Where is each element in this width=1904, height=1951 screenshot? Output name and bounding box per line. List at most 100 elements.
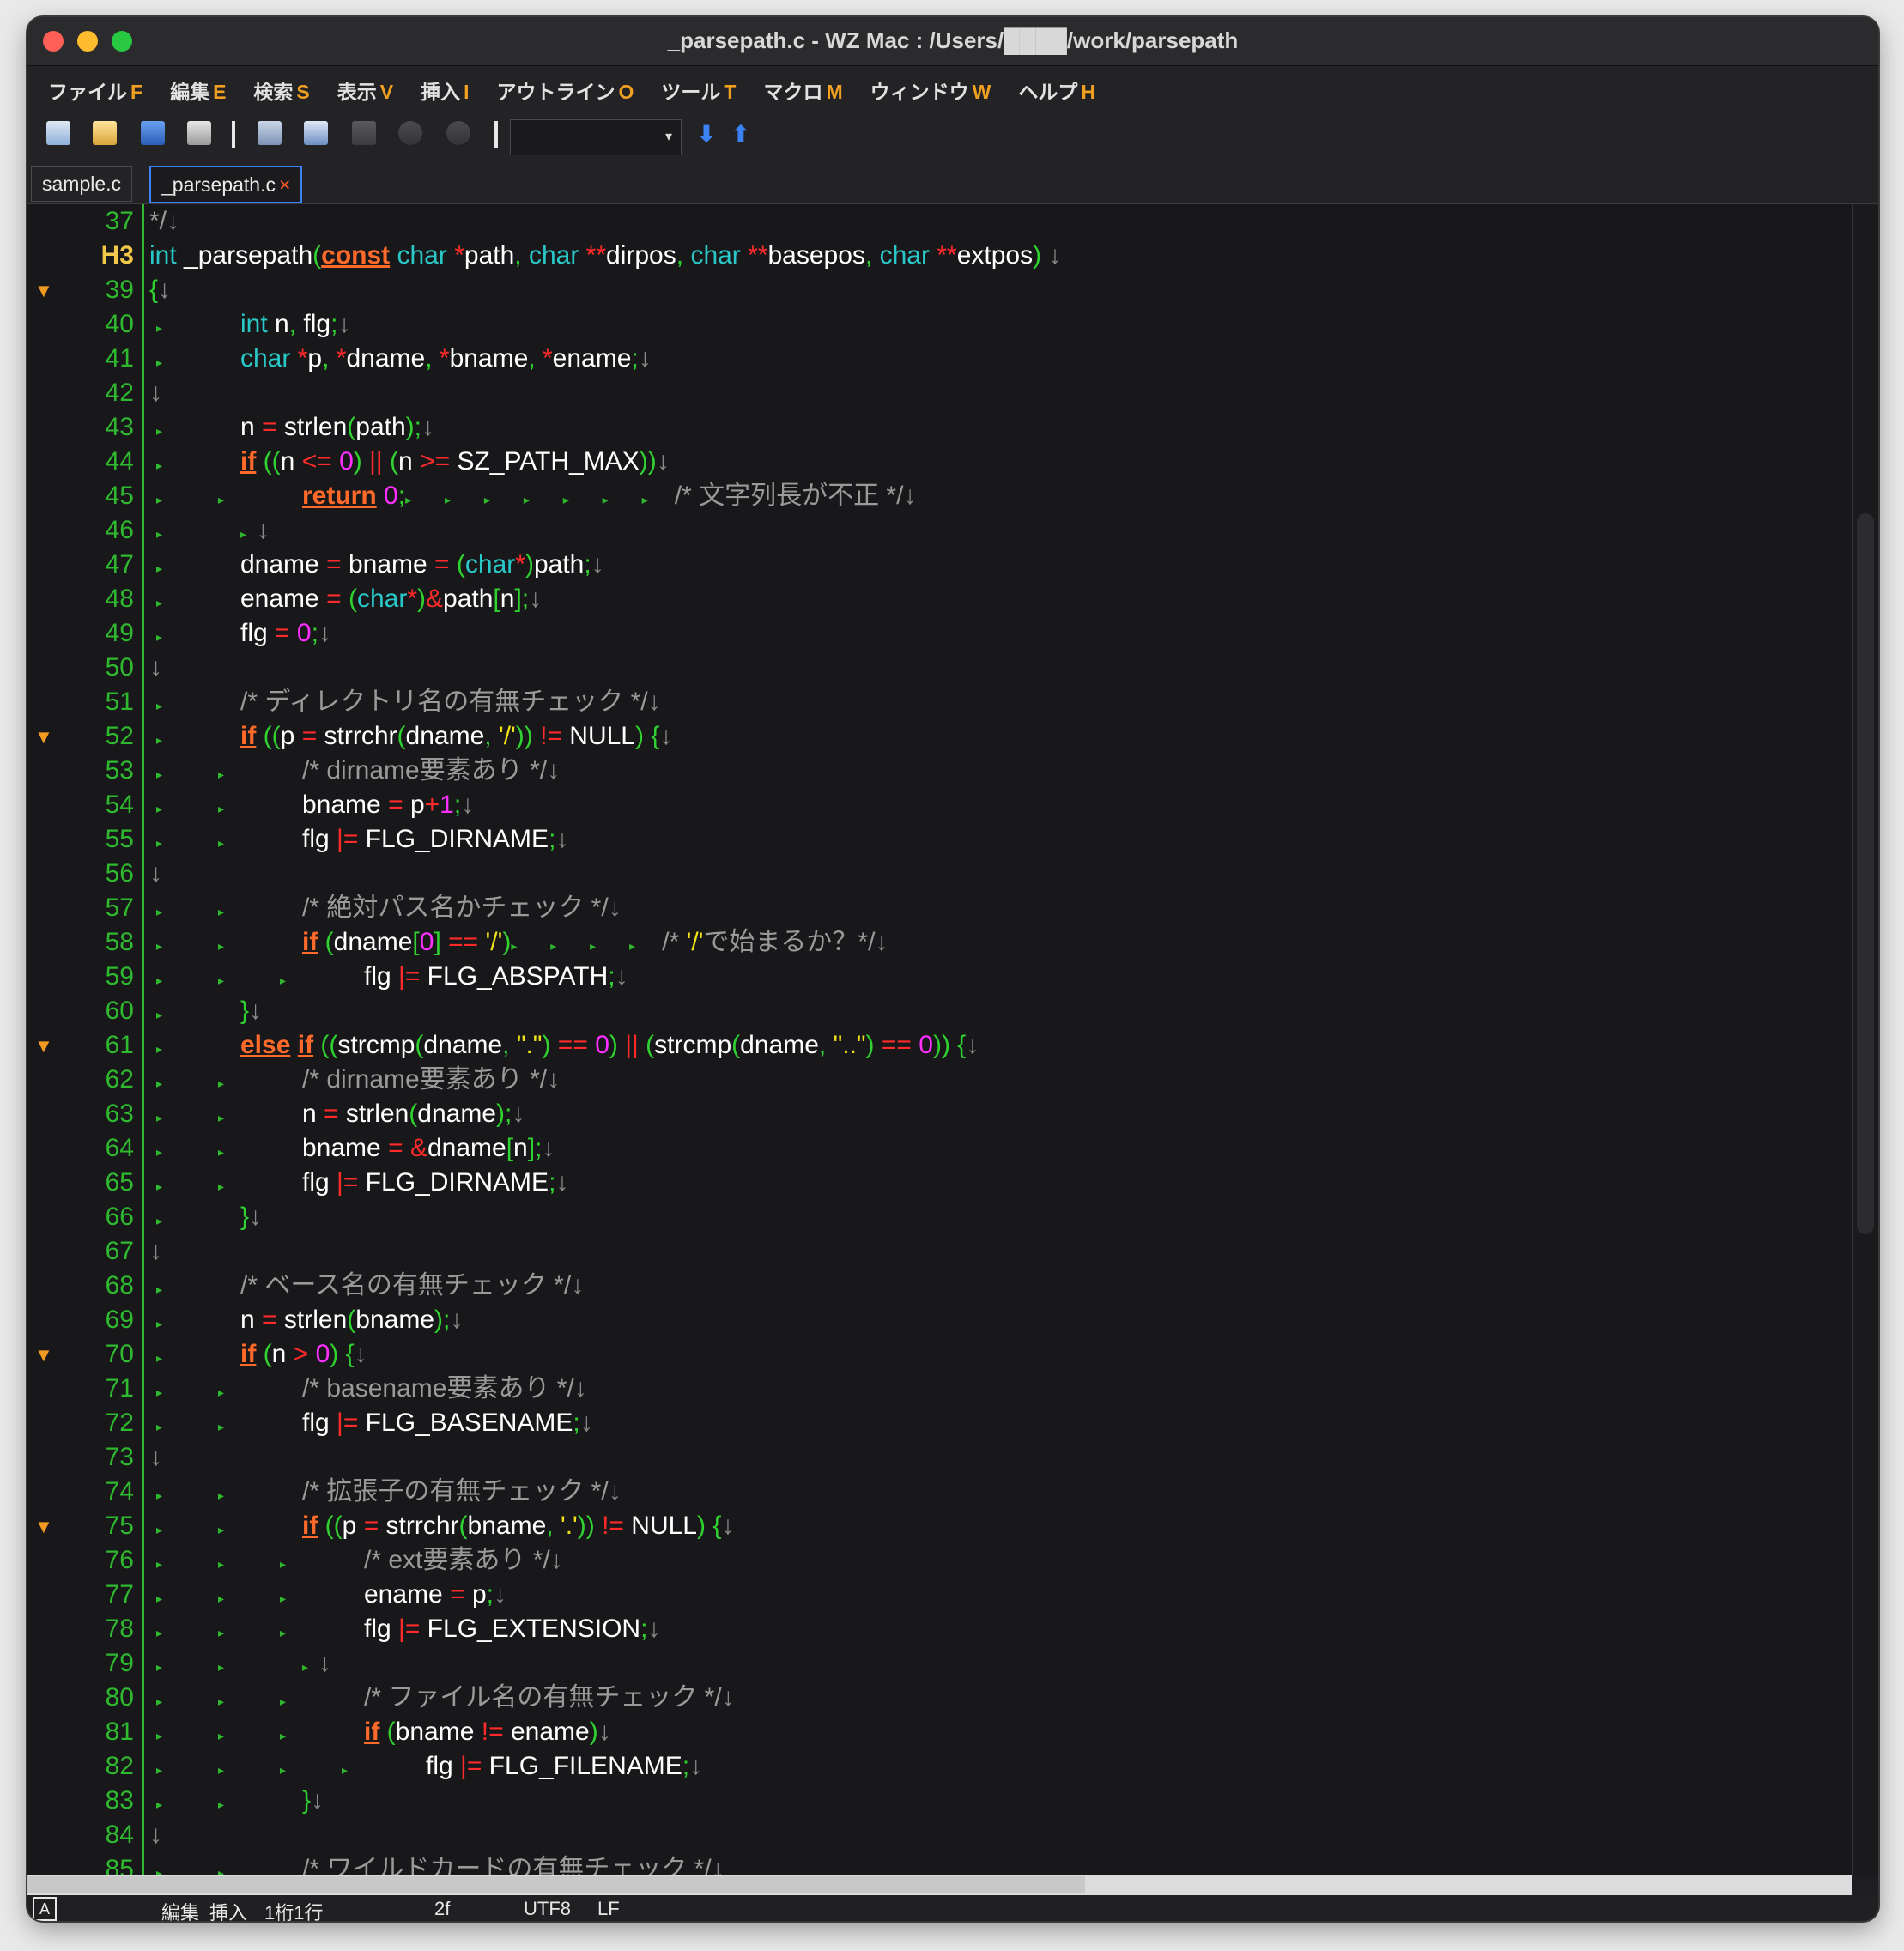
- open-folder-icon[interactable]: [93, 121, 117, 145]
- code-line[interactable]: 55 ▸ ▸ flg |= FLG_DIRNAME;↓: [27, 822, 1852, 857]
- tab-marker-icon: ▸: [156, 1763, 163, 1777]
- code-token: flg: [364, 962, 399, 991]
- code-line[interactable]: 42 ↓: [27, 376, 1852, 410]
- tab-sample-c[interactable]: sample.c: [31, 166, 133, 202]
- code-line[interactable]: 53 ▸ ▸ /* dirname要素あり */↓: [27, 754, 1852, 788]
- code-line[interactable]: 45 ▸ ▸ return 0;▸ ▸ ▸ ▸ ▸ ▸ ▸ /* 文字列長が不正 */…: [27, 479, 1852, 513]
- menu-item[interactable]: 表示 V: [337, 76, 393, 105]
- code-line[interactable]: 69 ▸ n = strlen(bname);↓: [27, 1303, 1852, 1337]
- code-editor[interactable]: 37 */↓ H3 int _parsepath(const char *path, …: [27, 204, 1852, 1876]
- fold-toggle-icon[interactable]: ▼: [34, 1516, 53, 1538]
- code-line[interactable]: 41 ▸ char *p, *dname, *bname, *ename;↓: [27, 342, 1852, 376]
- code-line[interactable]: 60 ▸}↓: [27, 994, 1852, 1028]
- code-line[interactable]: 63 ▸ ▸ n = strlen(dname);↓: [27, 1097, 1852, 1131]
- code-line[interactable]: 76 ▸ ▸ ▸ /* ext要素あり */↓: [27, 1543, 1852, 1578]
- code-token: flg: [296, 310, 331, 338]
- code-line[interactable]: 47 ▸ dname = bname = (char*)path;↓: [27, 548, 1852, 582]
- code-line[interactable]: ▼ 75 ▸ ▸ if ((p = strrchr(bname, '.')) != NU…: [27, 1509, 1852, 1543]
- code-line[interactable]: 50 ↓: [27, 651, 1852, 685]
- code-line[interactable]: ▼ 52 ▸ if ((p = strrchr(dname, '/')) != NUL…: [27, 719, 1852, 754]
- code-line[interactable]: 72 ▸ ▸ flg |= FLG_BASENAME;↓: [27, 1406, 1852, 1440]
- horizontal-scroll-thumb[interactable]: [27, 1876, 1085, 1893]
- code-token: ): [609, 1031, 618, 1059]
- fold-toggle-icon[interactable]: ▼: [34, 1035, 53, 1057]
- code-line[interactable]: 73 ↓: [27, 1440, 1852, 1475]
- code-line[interactable]: 37 */↓: [27, 204, 1852, 239]
- code-line[interactable]: 43 ▸ n = strlen(path);↓: [27, 410, 1852, 445]
- code-line[interactable]: 66 ▸}↓: [27, 1200, 1852, 1234]
- fold-toggle-icon[interactable]: ▼: [34, 280, 53, 302]
- find-previous-icon[interactable]: ⬆: [731, 121, 750, 148]
- code-line[interactable]: H3 int _parsepath(const char *path, char …: [27, 239, 1852, 273]
- code-line[interactable]: ▼ 61 ▸ else if ((strcmp(dname, ".") == 0) |…: [27, 1028, 1852, 1063]
- fold-toggle-icon[interactable]: ▼: [34, 1344, 53, 1366]
- vertical-scrollbar[interactable]: [1852, 204, 1878, 1876]
- code-line[interactable]: 59 ▸ ▸ ▸ flg |= FLG_ABSPATH;↓: [27, 960, 1852, 994]
- code-line[interactable]: 77 ▸ ▸ ▸ ename = p;↓: [27, 1578, 1852, 1612]
- menu-item-label: 挿入: [421, 81, 461, 103]
- code-line[interactable]: 82 ▸ ▸ ▸ ▸ flg |= FLG_FILENAME;↓: [27, 1749, 1852, 1784]
- fold-toggle-icon[interactable]: ▼: [34, 726, 53, 748]
- close-tab-icon[interactable]: ×: [279, 173, 290, 196]
- line-number: H3: [100, 241, 134, 270]
- menu-item[interactable]: 編集 E: [170, 76, 226, 105]
- save-icon[interactable]: [141, 121, 165, 145]
- code-token: *: [297, 344, 308, 373]
- menu-item[interactable]: アウトライン O: [496, 76, 634, 105]
- menu-item-accelerator: O: [618, 81, 634, 103]
- code-line[interactable]: 79 ▸ ▸ ▸ ↓: [27, 1646, 1852, 1681]
- code-line[interactable]: ▼ 39 {↓: [27, 273, 1852, 307]
- code-line[interactable]: 83 ▸ ▸}↓: [27, 1784, 1852, 1818]
- menu-item[interactable]: マクロ M: [763, 76, 842, 105]
- paste-icon[interactable]: [352, 121, 376, 145]
- menu-item[interactable]: ファイル F: [48, 76, 142, 105]
- code-line[interactable]: 74 ▸ ▸ /* 拡張子の有無チェック */↓: [27, 1475, 1852, 1509]
- code-line[interactable]: ▼ 70 ▸ if (n > 0) {↓: [27, 1337, 1852, 1372]
- search-combo[interactable]: ▾: [510, 119, 682, 155]
- code-line[interactable]: 58 ▸ ▸ if (dname[0] == '/')▸ ▸ ▸ ▸ /* '/'で始…: [27, 925, 1852, 960]
- tab-parsepath-c[interactable]: _parsepath.c ×: [149, 166, 303, 203]
- redo-icon[interactable]: [446, 121, 470, 145]
- code-token: ↓: [311, 1786, 324, 1815]
- code-line[interactable]: 56 ↓: [27, 857, 1852, 891]
- menu-item[interactable]: ツール T: [661, 76, 736, 105]
- code-line[interactable]: 85 ▸ ▸/* ワイルドカードの有無チェック */↓: [27, 1852, 1852, 1876]
- print-icon[interactable]: [187, 121, 211, 145]
- vertical-scroll-thumb[interactable]: [1857, 513, 1874, 1234]
- code-line[interactable]: 80 ▸ ▸ ▸ /* ファイル名の有無チェック */↓: [27, 1681, 1852, 1715]
- menu-item[interactable]: ヘルプ H: [1018, 76, 1095, 105]
- undo-icon[interactable]: [398, 121, 422, 145]
- code-line[interactable]: 48 ▸ ename = (char*)&path[n];↓: [27, 582, 1852, 616]
- horizontal-scrollbar[interactable]: [27, 1875, 1852, 1895]
- code-line[interactable]: 44 ▸ if ((n <= 0) || (n >= SZ_PATH_MAX))↓: [27, 445, 1852, 479]
- menu-item[interactable]: ウィンドウ W: [870, 76, 991, 105]
- code-token: ↓: [608, 1477, 622, 1506]
- menu-item[interactable]: 挿入 I: [421, 76, 469, 105]
- cut-icon[interactable]: [258, 121, 282, 145]
- code-line[interactable]: 78 ▸ ▸ ▸ flg |= FLG_EXTENSION;↓: [27, 1612, 1852, 1646]
- menu-item[interactable]: 検索 S: [253, 76, 309, 105]
- code-line[interactable]: 57 ▸ ▸ /* 絶対パス名かチェック */↓: [27, 891, 1852, 925]
- code-line[interactable]: 51 ▸ /* ディレクトリ名の有無チェック */↓: [27, 685, 1852, 719]
- code-line[interactable]: 81 ▸ ▸ ▸ if (bname != ename)↓: [27, 1715, 1852, 1749]
- code-token: ↓: [450, 1306, 464, 1334]
- code-line[interactable]: 49 ▸ flg = 0;↓: [27, 616, 1852, 651]
- code-line[interactable]: 67 ↓: [27, 1234, 1852, 1269]
- tab-marker-icon: ▸: [156, 630, 163, 644]
- find-next-icon[interactable]: ⬇: [697, 121, 716, 148]
- code-line[interactable]: 84 ↓: [27, 1818, 1852, 1852]
- code-line[interactable]: 68 ▸ /* ベース名の有無チェック */↓: [27, 1269, 1852, 1303]
- tab-marker-icon: ▸: [280, 1557, 287, 1571]
- copy-icon[interactable]: [304, 121, 328, 145]
- code-line[interactable]: 65 ▸ ▸ flg |= FLG_DIRNAME;↓: [27, 1166, 1852, 1200]
- code-line[interactable]: 54 ▸ ▸ bname = p+1;↓: [27, 788, 1852, 822]
- code-line[interactable]: 46 ▸ ▸ ↓: [27, 513, 1852, 548]
- code-line[interactable]: 62 ▸ ▸ /* dirname要素あり */↓: [27, 1063, 1852, 1097]
- code-line[interactable]: 64 ▸ ▸ bname = &dname[n];↓: [27, 1131, 1852, 1166]
- code-line[interactable]: 71 ▸ ▸ /* basename要素あり */↓: [27, 1372, 1852, 1406]
- mode-box[interactable]: A: [33, 1897, 57, 1921]
- code-line[interactable]: 40 ▸ int n, flg;↓: [27, 307, 1852, 342]
- new-file-icon[interactable]: [46, 121, 70, 145]
